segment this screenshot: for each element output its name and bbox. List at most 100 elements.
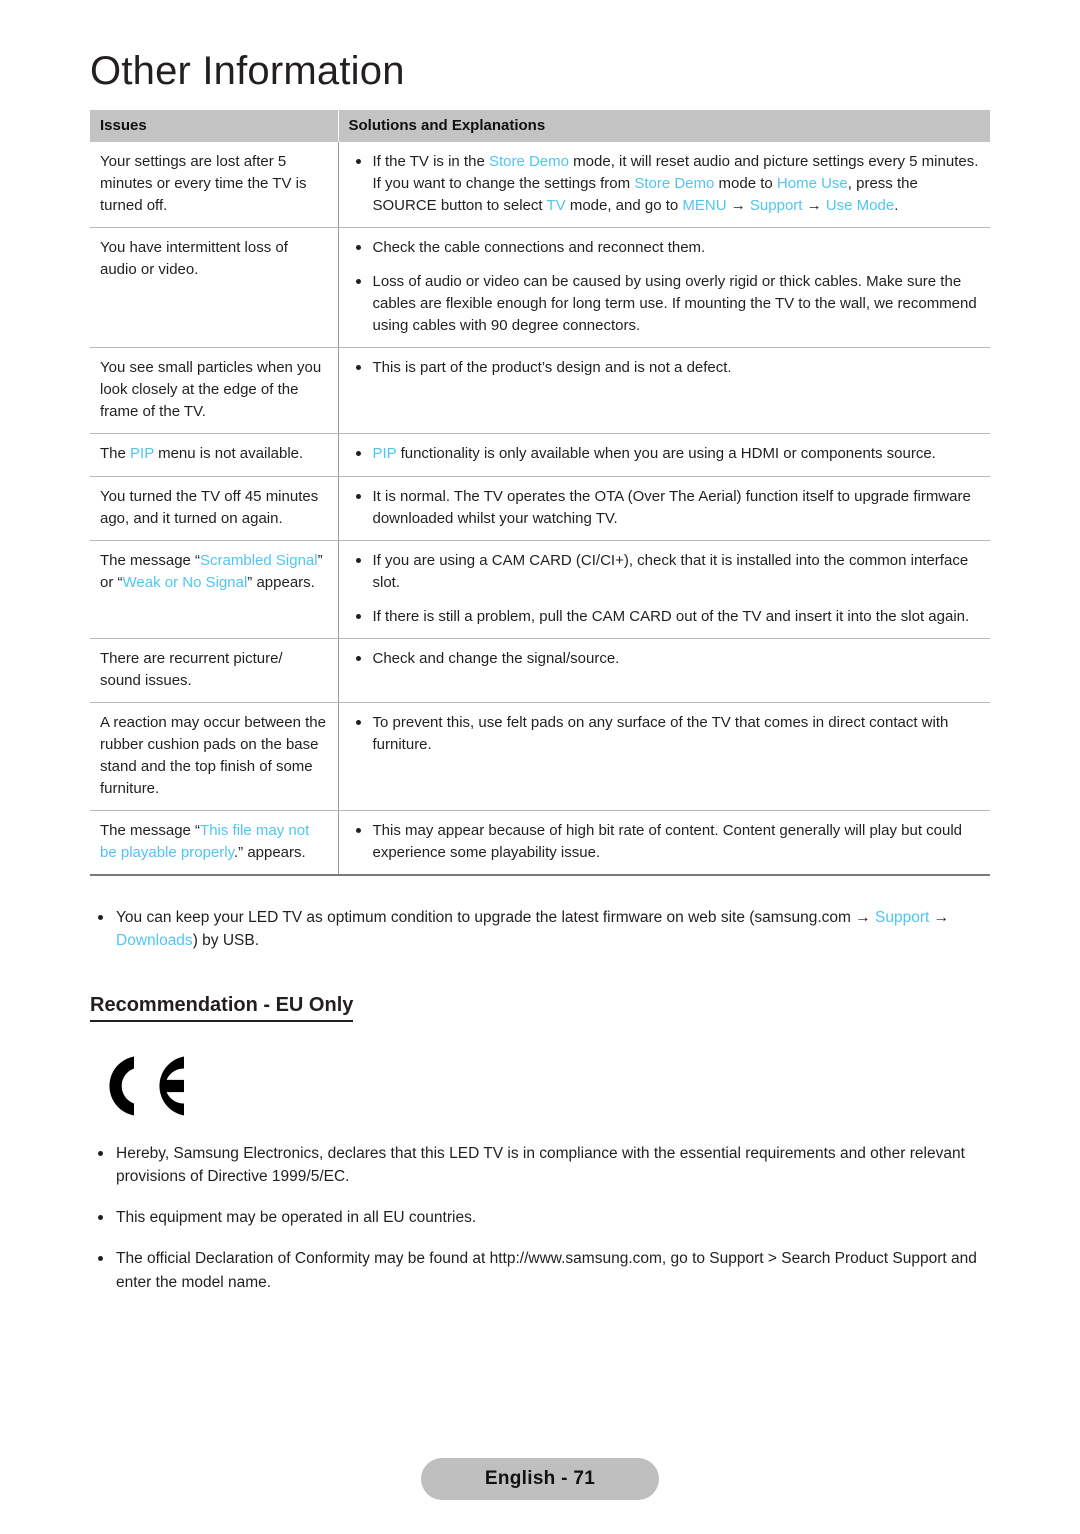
text-run: . (894, 197, 899, 215)
solution-bullet-list: This is part of the product’s design and… (351, 357, 981, 379)
solution-bullet-list: If you are using a CAM CARD (CI/CI+), ch… (351, 550, 981, 628)
text-run: If the TV is in the (372, 153, 489, 170)
issue-cell: You see small particles when you look cl… (90, 347, 339, 435)
text-run: The (100, 445, 131, 463)
page-title: Other Information (90, 49, 405, 93)
highlighted-term: Home Use (776, 175, 848, 193)
text-run: .” appears. (233, 844, 306, 862)
highlighted-term: PIP (372, 445, 397, 463)
solution-bullet: Check and change the signal/source. (351, 648, 981, 670)
solution-cell: This is part of the product’s design and… (338, 347, 990, 435)
solution-bullet: Loss of audio or video can be caused by … (351, 271, 981, 337)
table-body: Your settings are lost after 5 minutes o… (90, 142, 990, 876)
solution-cell: This may appear because of high bit rate… (338, 811, 990, 876)
solution-cell: It is normal. The TV operates the OTA (O… (338, 476, 990, 541)
solution-bullet: It is normal. The TV operates the OTA (O… (351, 486, 981, 530)
table-row: A reaction may occur between the rubber … (90, 702, 990, 812)
column-header-issues: Issues (90, 110, 339, 142)
issue-cell: The PIP menu is not available. (90, 433, 339, 477)
text-run: functionality is only available when you… (396, 445, 936, 463)
declaration-bullet: This equipment may be operated in all EU… (90, 1206, 990, 1229)
text-run: → (726, 197, 750, 215)
issue-cell: Your settings are lost after 5 minutes o… (90, 142, 339, 229)
text-run: Hereby, Samsung Electronics, declares th… (116, 1144, 965, 1185)
highlighted-term: PIP (130, 445, 154, 463)
text-run: → (802, 197, 826, 215)
solution-bullet-list: To prevent this, use felt pads on any su… (351, 712, 981, 756)
issue-cell: A reaction may occur between the rubber … (90, 702, 339, 812)
solution-bullet-list: PIP functionality is only available when… (351, 443, 981, 465)
solution-bullet: To prevent this, use felt pads on any su… (351, 712, 981, 756)
text-run: This equipment may be operated in all EU… (116, 1209, 477, 1227)
text-run: Check the cable connections and reconnec… (372, 239, 706, 257)
highlighted-term: Support (749, 197, 803, 215)
highlighted-term: Use Mode (825, 197, 895, 215)
ce-mark-wrapper (90, 1050, 990, 1126)
note-bullet-list: You can keep your LED TV as optimum cond… (90, 906, 990, 953)
table-row: The PIP menu is not available. PIP functi… (90, 433, 990, 477)
page-footer: English - 71 (0, 1458, 1080, 1500)
highlighted-term: MENU (682, 197, 727, 215)
text-run: This may appear because of high bit rate… (372, 822, 963, 862)
solution-bullet: If there is still a problem, pull the CA… (351, 606, 981, 628)
solution-cell: To prevent this, use felt pads on any su… (338, 702, 990, 812)
issue-cell: You have intermittent loss of audio or v… (90, 227, 339, 349)
solution-bullet: PIP functionality is only available when… (351, 443, 981, 465)
highlighted-term: Store Demo (634, 175, 715, 193)
solution-bullet: If you are using a CAM CARD (CI/CI+), ch… (351, 550, 981, 594)
table-row: There are recurrent picture/ sound issue… (90, 638, 990, 703)
page-number-badge: English - 71 (420, 1458, 660, 1500)
solution-bullet-list: If the TV is in the Store Demo mode, it … (351, 151, 981, 217)
highlighted-term: Support (875, 909, 930, 927)
text-run: If there is still a problem, pull the CA… (372, 607, 970, 625)
text-run: You see small particles when you look cl… (100, 359, 322, 421)
manual-page: Other Information Issues Solutions and E… (0, 0, 1080, 1534)
highlighted-term: TV (546, 197, 566, 215)
text-run: You have intermittent loss of audio or v… (100, 239, 288, 279)
text-run: menu is not available. (153, 445, 304, 463)
text-run: → (929, 909, 950, 927)
table-row: You turned the TV off 45 minutes ago, an… (90, 476, 990, 541)
solution-cell: Check the cable connections and reconnec… (338, 227, 990, 349)
solution-bullet-list: This may appear because of high bit rate… (351, 820, 981, 864)
table-header: Issues Solutions and Explanations (90, 110, 990, 142)
highlighted-term: Downloads (116, 932, 193, 950)
troubleshooting-table: Issues Solutions and Explanations Your s… (90, 110, 990, 877)
declaration-bullet: Hereby, Samsung Electronics, declares th… (90, 1142, 990, 1189)
text-run: To prevent this, use felt pads on any su… (372, 713, 949, 753)
column-header-solutions: Solutions and Explanations (338, 110, 990, 142)
declaration-bullet: The official Declaration of Conformity m… (90, 1247, 990, 1294)
text-run: Loss of audio or video can be caused by … (372, 273, 977, 335)
section-heading-recommendation: Recommendation - EU Only (90, 993, 354, 1022)
text-run: The message “ (100, 551, 201, 569)
issue-cell: You turned the TV off 45 minutes ago, an… (90, 476, 339, 541)
text-run: ) by USB. (192, 932, 260, 950)
highlighted-term: Scrambled Signal (200, 551, 318, 569)
text-run: mode, and go to (565, 197, 683, 215)
solution-bullet-list: Check and change the signal/source. (351, 648, 981, 670)
table-row: You see small particles when you look cl… (90, 347, 990, 435)
declaration-bullet-list: Hereby, Samsung Electronics, declares th… (90, 1142, 990, 1294)
issue-cell: There are recurrent picture/ sound issue… (90, 638, 339, 703)
text-run: It is normal. The TV operates the OTA (O… (372, 487, 971, 527)
solution-cell: Check and change the signal/source. (338, 638, 990, 703)
solution-cell: If the TV is in the Store Demo mode, it … (338, 142, 990, 229)
solution-bullet: If the TV is in the Store Demo mode, it … (351, 151, 981, 217)
text-run: Check and change the signal/source. (372, 649, 620, 667)
text-run: mode to (714, 175, 777, 193)
text-run: You turned the TV off 45 minutes ago, an… (100, 487, 319, 527)
table-row: Your settings are lost after 5 minutes o… (90, 142, 990, 229)
solution-bullet: This may appear because of high bit rate… (351, 820, 981, 864)
table-row: You have intermittent loss of audio or v… (90, 227, 990, 349)
text-run: If you are using a CAM CARD (CI/CI+), ch… (372, 551, 969, 591)
highlighted-term: Store Demo (488, 153, 569, 170)
solution-cell: If you are using a CAM CARD (CI/CI+), ch… (338, 540, 990, 639)
text-run: ” appears. (247, 573, 315, 591)
highlighted-term: Weak or No Signal (122, 573, 248, 591)
ce-mark-icon (109, 1056, 184, 1116)
note-bullet: You can keep your LED TV as optimum cond… (90, 906, 990, 953)
text-run: You can keep your LED TV as optimum cond… (116, 909, 876, 927)
text-run: A reaction may occur between the rubber … (100, 713, 326, 797)
issue-cell: The message “This file may not be playab… (90, 810, 339, 876)
text-run: The official Declaration of Conformity m… (116, 1250, 977, 1291)
